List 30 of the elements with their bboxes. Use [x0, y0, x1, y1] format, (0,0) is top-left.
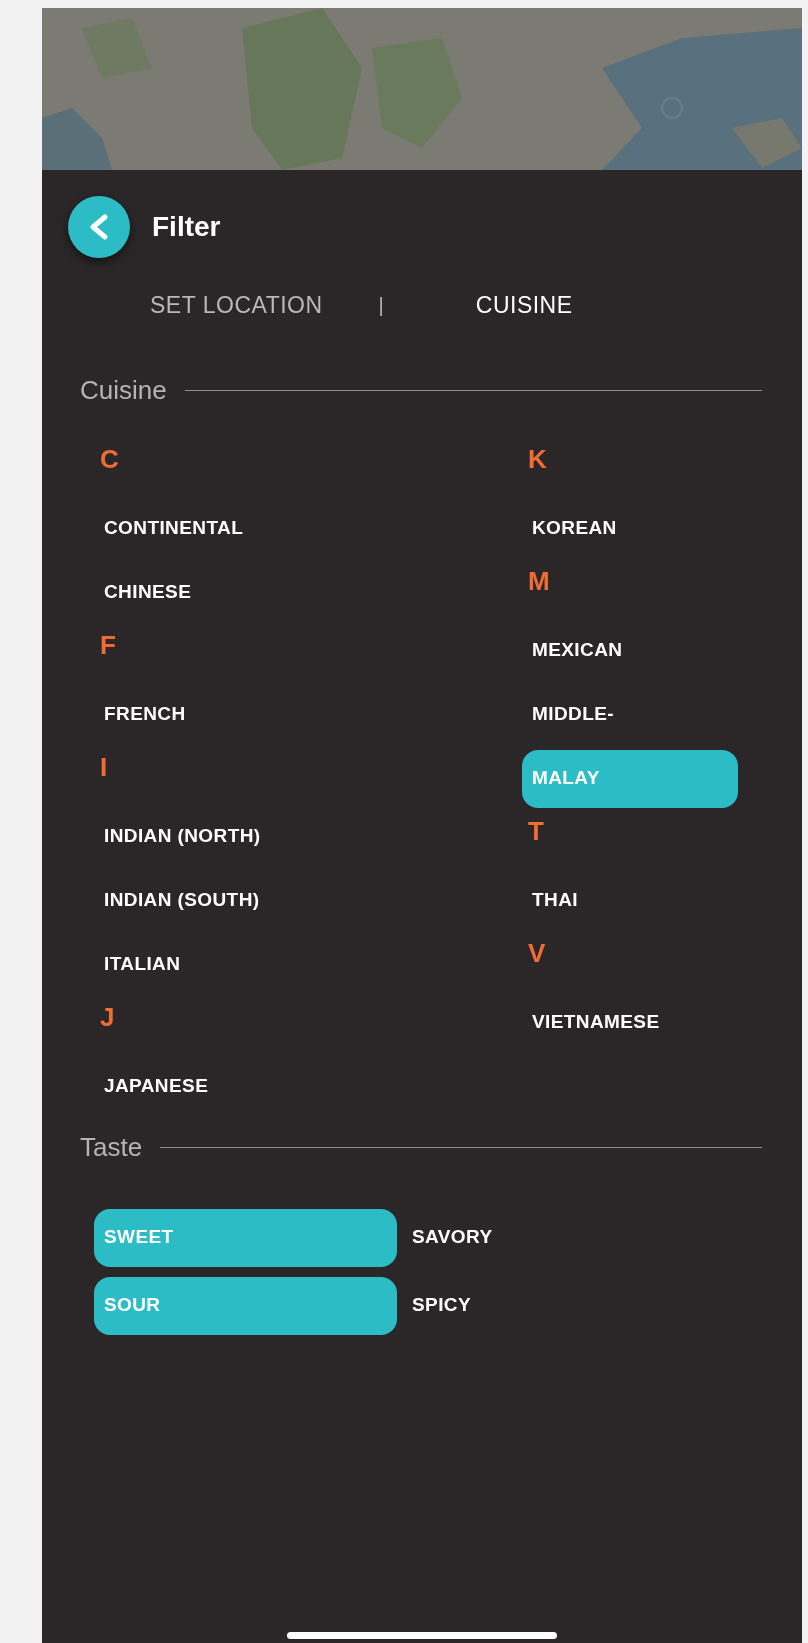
letter-heading: T — [527, 814, 545, 848]
letter-heading: M — [527, 564, 551, 598]
letter-heading: F — [99, 628, 117, 662]
back-button[interactable] — [68, 196, 130, 258]
letter-heading: V — [527, 936, 547, 970]
cuisine-option[interactable]: ITALIAN — [94, 935, 310, 994]
cuisine-option[interactable]: CHINESE — [94, 563, 310, 622]
cuisine-option[interactable]: MIDDLE- — [522, 685, 738, 744]
section-title: Taste — [80, 1130, 143, 1164]
letter-heading: K — [527, 442, 548, 476]
cuisine-option[interactable]: JAPANESE — [94, 1057, 310, 1116]
cuisine-option[interactable]: THAI — [522, 871, 738, 930]
cuisine-option[interactable]: INDIAN (SOUTH) — [94, 871, 310, 930]
cuisine-option[interactable]: VIETNAMESE — [522, 993, 738, 1052]
letter-heading: I — [99, 750, 109, 784]
tab-separator: | — [378, 293, 384, 319]
letter-heading: J — [99, 1000, 116, 1034]
cuisine-option[interactable]: MEXICAN — [522, 621, 738, 680]
section-title: Cuisine — [80, 373, 167, 407]
tab[interactable]: CUISINE — [475, 288, 573, 323]
cuisine-option[interactable]: INDIAN (NORTH) — [94, 807, 310, 866]
tab[interactable]: SET LOCATION — [150, 288, 323, 323]
chevron-left-icon — [87, 214, 111, 240]
cuisine-option[interactable]: FRENCH — [94, 685, 310, 744]
taste-option[interactable]: SAVORY — [402, 1208, 705, 1267]
cuisine-option[interactable]: CONTINENTAL — [94, 499, 310, 558]
taste-option[interactable]: SPICY — [402, 1276, 705, 1335]
letter-heading: C — [99, 442, 120, 476]
cuisine-option[interactable]: KOREAN — [522, 499, 738, 558]
screen-title: Filter — [152, 210, 221, 244]
